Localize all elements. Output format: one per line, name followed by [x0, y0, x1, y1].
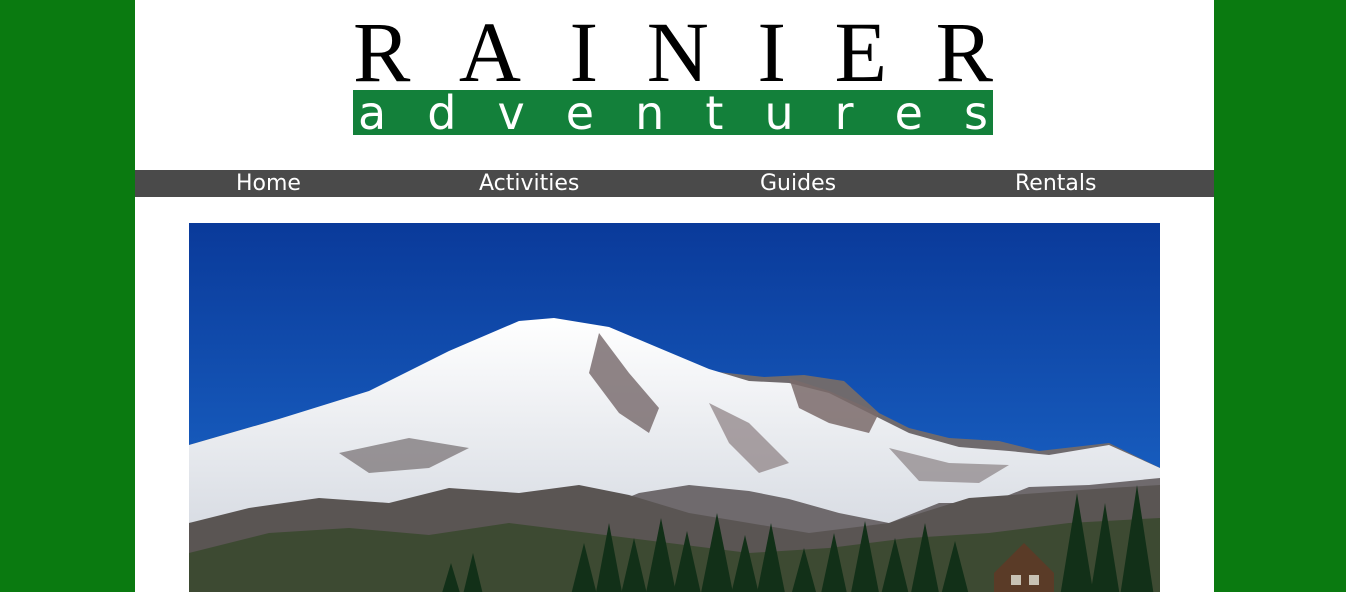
logo-letter: s — [963, 85, 988, 140]
nav-link-home[interactable]: Home — [236, 170, 301, 197]
logo-letter: e — [565, 85, 595, 140]
logo-band-adventures: a d v e n t u r e s — [353, 85, 993, 140]
logo-letter: I — [757, 4, 786, 100]
logo-letter: v — [497, 85, 525, 140]
nav-link-guides[interactable]: Guides — [760, 170, 836, 197]
logo-letter: A — [458, 4, 522, 100]
site-logo[interactable]: R A I N I E R a d v e n t u r e s — [353, 4, 993, 140]
logo-letter: t — [705, 85, 724, 140]
logo-letter: R — [935, 4, 993, 100]
logo-letter: n — [635, 85, 665, 140]
nav-link-rentals[interactable]: Rentals — [1015, 170, 1096, 197]
logo-wordmark-rainier: R A I N I E R — [353, 4, 993, 100]
logo-letter: d — [427, 85, 457, 140]
mountain-photo-illustration — [189, 223, 1160, 592]
logo-letter: I — [569, 4, 599, 100]
logo-letter: u — [764, 85, 794, 140]
main-nav: Home Activities Guides Rentals — [135, 170, 1214, 197]
page-container: R A I N I E R a d v e n t u r e s Home A… — [135, 0, 1214, 592]
hero-mountain-photo — [189, 223, 1160, 592]
logo-letter: N — [646, 4, 709, 100]
logo-letter: e — [894, 85, 923, 140]
logo-letter: E — [834, 4, 888, 100]
logo-letter: R — [353, 4, 411, 100]
logo-letter: r — [834, 85, 854, 140]
nav-link-activities[interactable]: Activities — [479, 170, 579, 197]
logo-letter: a — [358, 85, 387, 140]
